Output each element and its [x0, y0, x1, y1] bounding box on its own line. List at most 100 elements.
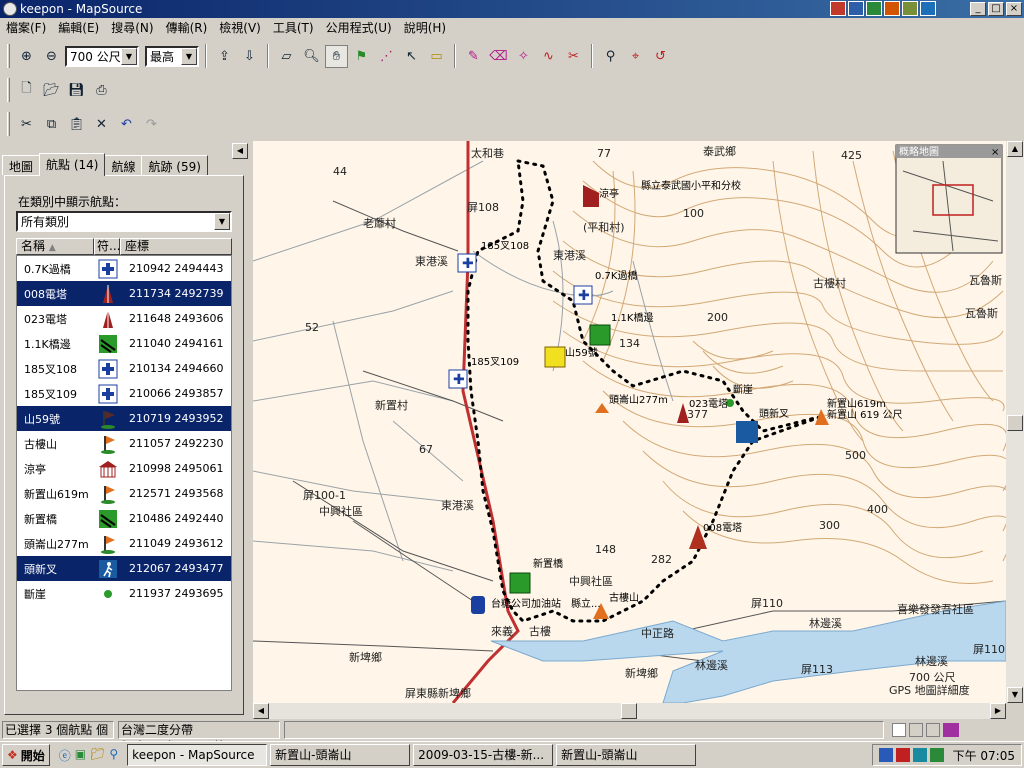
- menu-file[interactable]: 檔案(F): [6, 18, 46, 38]
- waypoint-tool-icon[interactable]: ⚑: [350, 45, 373, 68]
- ime-tray-icon[interactable]: [929, 748, 944, 762]
- undo-icon[interactable]: ↶: [115, 113, 138, 136]
- waypoint-list[interactable]: 0.7K過橋 210942 2494443 008電塔 211734 2492739 0…: [16, 255, 232, 691]
- menu-transfer[interactable]: 傳輸(R): [166, 18, 208, 38]
- print-icon[interactable]: ⎙: [90, 79, 113, 102]
- cut-icon[interactable]: ✂: [15, 113, 38, 136]
- maximize-button[interactable]: □: [988, 2, 1004, 16]
- redo-icon[interactable]: ↷: [140, 113, 163, 136]
- send-to-device-icon[interactable]: ⇪: [213, 45, 236, 68]
- column-symbol[interactable]: 符...: [94, 238, 120, 255]
- marker-1-1k-bridge[interactable]: [589, 324, 611, 346]
- tab-tracks[interactable]: 航跡 (59): [141, 155, 208, 175]
- topographic-map[interactable]: ✚ ✚ ✚ 太和巷 77 泰武鄉 425 老蘼村 44 東港溪 東港溪 (平和村…: [253, 141, 1006, 703]
- menu-search[interactable]: 搜尋(N): [111, 18, 153, 38]
- marker-pavilion[interactable]: [583, 185, 599, 207]
- waypoint-row[interactable]: 新置山619m 212571 2493568: [17, 481, 231, 506]
- menu-view[interactable]: 檢視(V): [219, 18, 261, 38]
- measure-tool-icon[interactable]: ▭: [425, 45, 448, 68]
- paste-icon[interactable]: 📋︎: [65, 113, 88, 136]
- excel-icon[interactable]: [866, 1, 882, 16]
- zoom-in-icon[interactable]: ⊕: [15, 45, 38, 68]
- route-tool-icon[interactable]: ⋰: [375, 45, 398, 68]
- waypoint-row[interactable]: 023電塔 211648 2493606: [17, 306, 231, 331]
- task-folder-2[interactable]: 新置山-頭崙山: [556, 744, 697, 766]
- map-horizontal-scrollbar[interactable]: ◀ ▶: [253, 703, 1006, 719]
- waypoint-row[interactable]: 185叉108 210134 2494660: [17, 356, 231, 381]
- select-arrow-icon[interactable]: ↖: [400, 45, 423, 68]
- zoom-out-icon[interactable]: ⊖: [40, 45, 63, 68]
- ie-icon[interactable]: [920, 1, 936, 16]
- map-select-icon[interactable]: ▱: [275, 45, 298, 68]
- search-quicklaunch-icon[interactable]: ⚲: [109, 747, 118, 764]
- tab-waypoints[interactable]: 航點 (14): [39, 153, 106, 176]
- receive-from-device-icon[interactable]: ⇩: [238, 45, 261, 68]
- waypoint-row[interactable]: 涼亭 210998 2495061: [17, 456, 231, 481]
- access-icon[interactable]: [902, 1, 918, 16]
- overview-close-icon[interactable]: ×: [991, 147, 999, 158]
- marker-xinzhi-bridge[interactable]: [509, 572, 531, 594]
- save-icon[interactable]: 💾︎: [65, 79, 88, 102]
- map-vertical-scrollbar[interactable]: ▲ ▼: [1006, 141, 1024, 703]
- detail-level-select[interactable]: 最高 ▼: [145, 45, 199, 67]
- join-track-icon[interactable]: ✂: [562, 45, 585, 68]
- waypoint-row[interactable]: 185叉109 210066 2493857: [17, 381, 231, 406]
- menu-utilities[interactable]: 公用程式(U): [326, 18, 392, 38]
- task-mapsource[interactable]: keepon - MapSource: [127, 744, 268, 766]
- start-button[interactable]: ❖ 開始: [2, 744, 50, 766]
- new-file-icon[interactable]: 🗋: [15, 79, 38, 102]
- column-name[interactable]: 名稱 ▲: [16, 238, 94, 255]
- column-coordinate[interactable]: 座標: [120, 238, 232, 255]
- delete-icon[interactable]: ✕: [90, 113, 113, 136]
- volume-icon[interactable]: [912, 748, 927, 762]
- zoom-scale-select[interactable]: 700 公尺 ▼: [65, 45, 139, 67]
- waypoint-row[interactable]: 1.1K橋邊 211040 2494161: [17, 331, 231, 356]
- menu-edit[interactable]: 編輯(E): [58, 18, 99, 38]
- scroll-thumb-vertical[interactable]: [1007, 415, 1023, 431]
- find-icon[interactable]: ⚲: [599, 45, 622, 68]
- recent-finds-icon[interactable]: ↺: [649, 45, 672, 68]
- office-icon[interactable]: [830, 1, 846, 16]
- marker-shan59[interactable]: [544, 346, 566, 368]
- scroll-thumb-horizontal[interactable]: [621, 703, 637, 719]
- waypoint-row[interactable]: 頭新叉 212067 2493477: [17, 556, 231, 581]
- waypoint-row[interactable]: 0.7K過橋 210942 2494443: [17, 256, 231, 281]
- zoom-tool-icon[interactable]: 🔍︎: [300, 45, 323, 68]
- waypoint-row[interactable]: 新置橋 210486 2492440: [17, 506, 231, 531]
- waypoint-row[interactable]: 山59號 210719 2493952: [17, 406, 231, 431]
- scroll-down-icon[interactable]: ▼: [1007, 687, 1023, 703]
- waypoint-row[interactable]: 斷崖 211937 2493695: [17, 581, 231, 606]
- eraser-tool-icon[interactable]: ⌫: [487, 45, 510, 68]
- ime-mode-icon[interactable]: [892, 723, 906, 737]
- task-folder-1[interactable]: 新置山-頭崙山: [270, 744, 411, 766]
- menu-help[interactable]: 說明(H): [404, 18, 446, 38]
- ie-quicklaunch-icon[interactable]: ⓔ: [59, 747, 71, 764]
- ime-book-icon[interactable]: [943, 723, 959, 737]
- scroll-left-icon[interactable]: ◀: [253, 703, 269, 719]
- hand-tool-icon[interactable]: ✋︎: [325, 44, 348, 68]
- divide-track-icon[interactable]: ∿: [537, 45, 560, 68]
- desktop-quicklaunch-icon[interactable]: ▣: [75, 747, 86, 764]
- waypoint-row[interactable]: 008電塔 211734 2492739: [17, 281, 231, 306]
- open-folder-icon[interactable]: 📂︎: [40, 79, 63, 102]
- network-icon[interactable]: [878, 748, 893, 762]
- find-place-icon[interactable]: ⌖: [624, 45, 647, 68]
- waypoint-row[interactable]: 古樓山 211057 2492230: [17, 431, 231, 456]
- category-filter-select[interactable]: 所有類別 ▼: [16, 211, 232, 232]
- ime-width-icon[interactable]: [909, 723, 923, 737]
- powerpoint-icon[interactable]: [884, 1, 900, 16]
- menu-tools[interactable]: 工具(T): [273, 18, 314, 38]
- marker-touxin-junction[interactable]: [736, 421, 758, 443]
- explorer-quicklaunch-icon[interactable]: 📁︎: [90, 747, 105, 764]
- minimize-button[interactable]: _: [970, 2, 986, 16]
- scroll-up-icon[interactable]: ▲: [1007, 141, 1023, 157]
- tab-maps[interactable]: 地圖: [2, 155, 41, 175]
- scroll-right-icon[interactable]: ▶: [990, 703, 1006, 719]
- tab-routes[interactable]: 航線: [104, 155, 143, 175]
- close-button[interactable]: ×: [1006, 2, 1022, 16]
- pencil-tool-icon[interactable]: ✎: [462, 45, 485, 68]
- marker-toulun-summit[interactable]: [595, 403, 609, 413]
- sparkle-tool-icon[interactable]: ✧: [512, 45, 535, 68]
- waypoint-row[interactable]: 頭崙山277m 211049 2493612: [17, 531, 231, 556]
- antivirus-icon[interactable]: [895, 748, 910, 762]
